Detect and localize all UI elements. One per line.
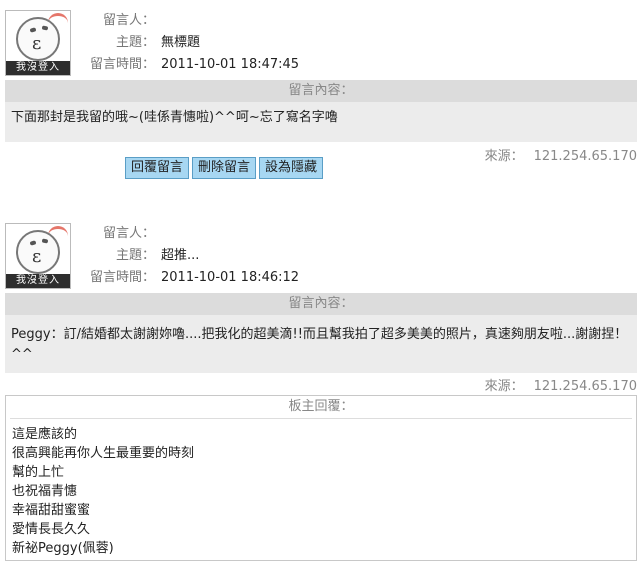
- message-actions: 回覆留言 刪除留言 設為隱藏: [125, 157, 326, 179]
- face-icon: ε: [16, 17, 60, 61]
- source-label: 來源：: [484, 149, 524, 164]
- source-ip: 121.254.65.170: [533, 149, 637, 164]
- reply-line: 也祝福青憓: [12, 484, 78, 499]
- hide-button[interactable]: 設為隱藏: [259, 157, 324, 179]
- source-ip: 121.254.65.170: [533, 379, 637, 394]
- subject-label: 主題：: [115, 248, 155, 263]
- delete-button[interactable]: 刪除留言: [192, 157, 257, 179]
- avatar: ε 我沒登入: [5, 10, 71, 76]
- reply-line: 新祕Peggy(佩蓉): [12, 541, 114, 556]
- reply-header: 板主回覆：: [10, 396, 632, 419]
- message-content: Peggy：訂/結婚都太謝謝妳嚕....把我化的超美滴!!而且幫我拍了超多美美的…: [5, 315, 637, 373]
- time-label: 留言時間：: [89, 270, 155, 285]
- time-value: 2011-10-01 18:46:12: [161, 270, 300, 285]
- avatar: ε 我沒登入: [5, 223, 71, 289]
- subject-label: 主題：: [115, 35, 155, 50]
- reply-line: 很高興能再你人生最重要的時刻: [12, 446, 195, 461]
- reply-body: 這是應該的 很高興能再你人生最重要的時刻 幫的上忙 也祝福青憓 幸福甜甜蜜蜜 愛…: [6, 419, 636, 564]
- message-meta: 留言人： 主題： 超推... 留言時間： 2011-10-01 18:46:12: [75, 223, 299, 289]
- reply-line: 愛情長長久久: [12, 522, 91, 537]
- reply-button[interactable]: 回覆留言: [125, 157, 190, 179]
- message-meta: 留言人： 主題： 無標題 留言時間： 2011-10-01 18:47:45: [75, 10, 299, 76]
- avatar-banner: 我沒登入: [6, 274, 70, 288]
- message-source: 來源： 121.254.65.170: [485, 375, 637, 394]
- content-header: 留言內容：: [5, 293, 637, 315]
- time-label: 留言時間：: [89, 57, 155, 72]
- message-source: 來源： 121.254.65.170: [485, 145, 637, 164]
- source-label: 來源：: [484, 379, 524, 394]
- reply-line: 幸福甜甜蜜蜜: [12, 503, 91, 518]
- message-content: 下面那封是我留的哦~(哇係青憓啦)^^呵~忘了寫名字嚕: [5, 102, 637, 142]
- subject-value: 超推...: [161, 248, 200, 263]
- reply-line: 這是應該的: [12, 427, 78, 442]
- content-header: 留言內容：: [5, 80, 637, 102]
- reply-line: 幫的上忙: [12, 465, 65, 480]
- subject-value: 無標題: [161, 35, 201, 50]
- time-value: 2011-10-01 18:47:45: [161, 57, 300, 72]
- face-icon: ε: [16, 230, 60, 274]
- owner-reply: 板主回覆： 這是應該的 很高興能再你人生最重要的時刻 幫的上忙 也祝福青憓 幸福…: [5, 395, 637, 561]
- avatar-banner: 我沒登入: [6, 61, 70, 75]
- author-label: 留言人：: [102, 226, 155, 241]
- author-label: 留言人：: [102, 13, 155, 28]
